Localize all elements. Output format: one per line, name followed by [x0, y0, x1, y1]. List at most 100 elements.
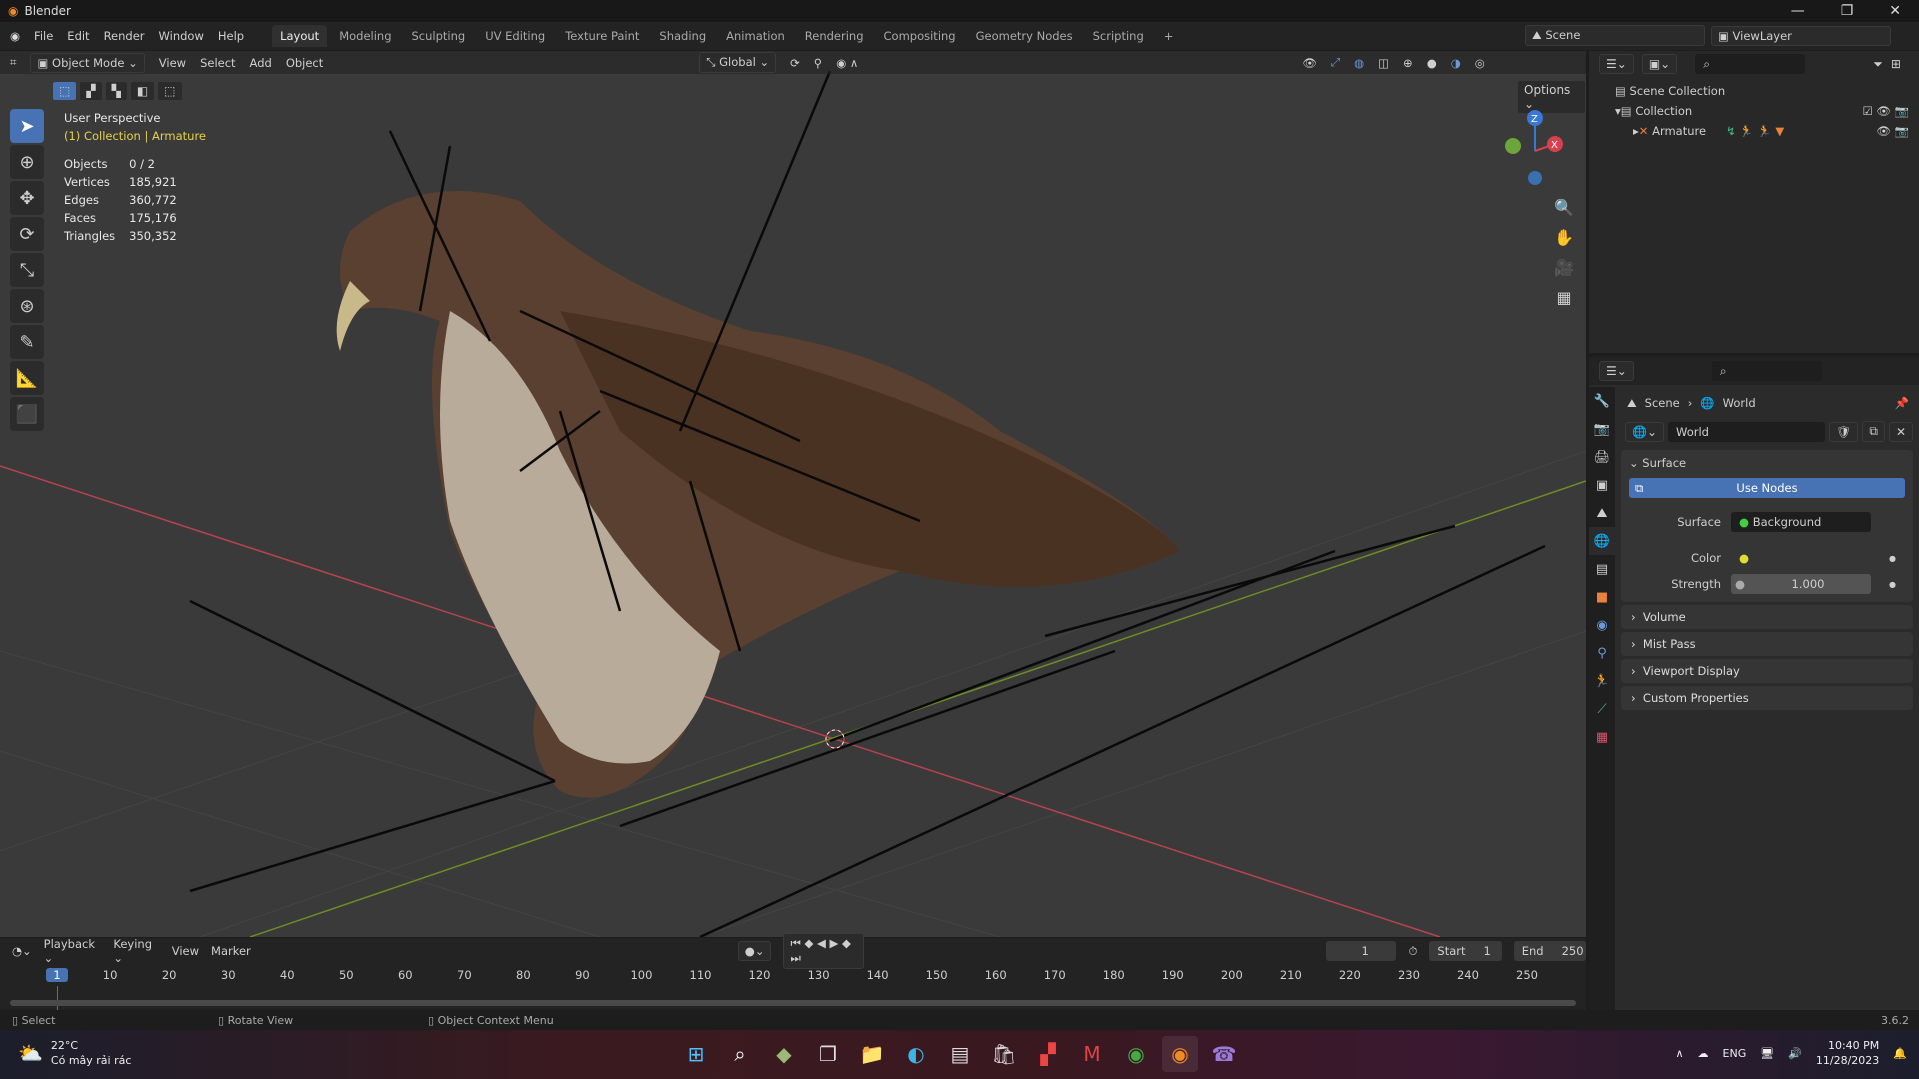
- start-icon[interactable]: ⊞: [678, 1036, 714, 1072]
- constraints-tab-icon[interactable]: ⚲: [1589, 639, 1615, 667]
- menu-playback[interactable]: Playback ⌄: [44, 937, 102, 965]
- custom-properties-panel[interactable]: › Custom Properties: [1621, 686, 1913, 710]
- texture-tab-icon[interactable]: ▦: [1589, 723, 1615, 751]
- outliner-search-input[interactable]: ⌕: [1695, 54, 1806, 74]
- collection-tab-icon[interactable]: ▤: [1589, 555, 1615, 583]
- menu-edit[interactable]: Edit: [67, 29, 89, 43]
- filter-icon[interactable]: ⏷: [1873, 57, 1883, 72]
- editor-type-icon[interactable]: ⌗: [10, 55, 16, 70]
- menu-object[interactable]: Object: [286, 56, 323, 70]
- move-tool-icon[interactable]: ✥: [10, 181, 44, 215]
- edge-icon[interactable]: ◐: [898, 1036, 934, 1072]
- start-frame-field[interactable]: Start 1: [1429, 941, 1502, 961]
- overlay-toggle-icon[interactable]: ◍: [1354, 56, 1364, 70]
- tab-uv-editing[interactable]: UV Editing: [477, 25, 553, 47]
- object-data-tab-icon[interactable]: 🏃: [1589, 667, 1615, 695]
- tab-scripting[interactable]: Scripting: [1085, 25, 1152, 47]
- scene-tab-icon[interactable]: ⛰: [1589, 499, 1615, 527]
- outliner-item-scene-collection[interactable]: ▤ Scene Collection: [1615, 81, 1919, 101]
- unlink-icon[interactable]: ✕: [1888, 421, 1913, 442]
- store-icon[interactable]: 🛍: [986, 1036, 1022, 1072]
- surface-shader-field[interactable]: ● Background: [1731, 512, 1871, 532]
- auto-keying-toggle[interactable]: ●⌄: [737, 941, 772, 961]
- world-tab-icon[interactable]: 🌐: [1589, 527, 1615, 555]
- mist-pass-panel[interactable]: › Mist Pass: [1621, 632, 1913, 656]
- transform-tool-icon[interactable]: ⊛: [10, 289, 44, 323]
- view-layer-selector[interactable]: ▣ ViewLayer: [1711, 25, 1891, 46]
- select-new-icon[interactable]: ⬚: [52, 81, 78, 101]
- visibility-icon[interactable]: 👁: [1302, 56, 1317, 70]
- tab-compositing[interactable]: Compositing: [876, 25, 964, 47]
- tray-chevron-icon[interactable]: ∧: [1675, 1047, 1683, 1060]
- app-icon[interactable]: ▤: [942, 1036, 978, 1072]
- snap-icon[interactable]: ⚲: [814, 56, 822, 70]
- physics-tab-icon[interactable]: ◉: [1589, 611, 1615, 639]
- mode-selector[interactable]: ▣ Object Mode ⌄: [30, 52, 145, 73]
- editor-type-icon[interactable]: ◔⌄: [12, 944, 32, 958]
- pivot-icon[interactable]: ⟳: [790, 56, 800, 70]
- blender-taskbar-icon[interactable]: ◉: [1162, 1036, 1198, 1072]
- rotate-tool-icon[interactable]: ⟳: [10, 217, 44, 251]
- select-subtract-icon[interactable]: ▚: [104, 81, 128, 101]
- app-icon[interactable]: ▞: [1030, 1036, 1066, 1072]
- fake-user-icon[interactable]: 🛡: [1829, 421, 1859, 442]
- language-indicator[interactable]: ENG: [1723, 1047, 1747, 1060]
- proportional-edit-icon[interactable]: ◉ ∧: [836, 56, 858, 70]
- menu-file[interactable]: File: [34, 29, 53, 43]
- tab-sculpting[interactable]: Sculpting: [404, 25, 474, 47]
- menu-keying[interactable]: Keying ⌄: [113, 937, 159, 965]
- shading-solid-icon[interactable]: ●: [1427, 56, 1437, 70]
- zoom-icon[interactable]: 🔍: [1550, 193, 1578, 223]
- scene-selector[interactable]: ⛰ Scene: [1525, 25, 1705, 46]
- tab-geometry-nodes[interactable]: Geometry Nodes: [968, 25, 1081, 47]
- shading-wireframe-icon[interactable]: ⊕: [1403, 56, 1413, 70]
- tool-tab-icon[interactable]: 🔧: [1589, 387, 1615, 415]
- use-nodes-button[interactable]: ⧉ Use Nodes: [1629, 478, 1905, 498]
- xray-icon[interactable]: ◫: [1378, 56, 1389, 70]
- menu-window[interactable]: Window: [159, 29, 204, 43]
- cursor-tool-icon[interactable]: ⊕: [10, 145, 44, 179]
- blender-menu-icon[interactable]: ◉: [10, 29, 20, 43]
- axis-gizmo[interactable]: Z X: [1500, 106, 1570, 186]
- visibility-controls[interactable]: ☑ 👁 📷: [1862, 101, 1919, 121]
- horizontal-scrollbar[interactable]: [10, 1000, 1576, 1006]
- network-icon[interactable]: 🖥: [1760, 1047, 1774, 1060]
- current-frame-field[interactable]: 1: [1325, 941, 1397, 961]
- menu-view[interactable]: View: [159, 56, 186, 70]
- pan-hand-icon[interactable]: ✋: [1550, 223, 1578, 253]
- view-layer-filter-icon[interactable]: ▣⌄: [1641, 54, 1678, 74]
- tab-rendering[interactable]: Rendering: [797, 25, 872, 47]
- pin-icon[interactable]: 📌: [1895, 396, 1919, 410]
- 3d-viewport[interactable]: ⌗ ▣ Object Mode ⌄ View Select Add Object…: [0, 51, 1586, 937]
- surface-panel-header[interactable]: ⌄ Surface: [1621, 450, 1913, 476]
- shading-material-icon[interactable]: ◑: [1451, 56, 1461, 70]
- file-explorer-icon[interactable]: 📁: [854, 1036, 890, 1072]
- select-invert-icon[interactable]: ◧: [129, 81, 156, 101]
- measure-tool-icon[interactable]: 📐: [10, 361, 44, 395]
- render-tab-icon[interactable]: 📷: [1589, 415, 1615, 443]
- bone-tab-icon[interactable]: ⟋: [1589, 695, 1615, 723]
- tab-shading[interactable]: Shading: [651, 25, 714, 47]
- output-tab-icon[interactable]: 🖨: [1589, 443, 1615, 471]
- ortho-grid-icon[interactable]: ▦: [1550, 283, 1578, 313]
- minimize-button[interactable]: —: [1791, 3, 1805, 19]
- object-tab-icon[interactable]: ■: [1589, 583, 1615, 611]
- tab-texture-paint[interactable]: Texture Paint: [557, 25, 647, 47]
- keyframe-dot-icon[interactable]: ●: [1889, 554, 1896, 563]
- notification-icon[interactable]: 🔔: [1893, 1047, 1907, 1060]
- clock[interactable]: 10:40 PM 11/28/2023: [1816, 1038, 1879, 1068]
- end-frame-field[interactable]: End 250: [1513, 941, 1586, 961]
- viber-icon[interactable]: ☎: [1206, 1036, 1242, 1072]
- menu-view[interactable]: View: [172, 944, 199, 958]
- menu-select[interactable]: Select: [200, 56, 235, 70]
- tab-modeling[interactable]: Modeling: [331, 25, 399, 47]
- world-selector[interactable]: 🌐⌄ World 🛡 ⧉ ✕: [1625, 421, 1913, 442]
- gizmo-toggle-icon[interactable]: ⤢: [1331, 55, 1340, 70]
- chrome-icon[interactable]: ◉: [1118, 1036, 1154, 1072]
- editor-type-icon[interactable]: ☰⌄: [1599, 361, 1634, 381]
- properties-search-input[interactable]: ⌕: [1711, 361, 1822, 381]
- annotate-tool-icon[interactable]: ✎: [10, 325, 44, 359]
- mcafee-icon[interactable]: M: [1074, 1036, 1110, 1072]
- view-layer-tab-icon[interactable]: ▣: [1589, 471, 1615, 499]
- preview-range-icon[interactable]: ⏱: [1408, 944, 1417, 959]
